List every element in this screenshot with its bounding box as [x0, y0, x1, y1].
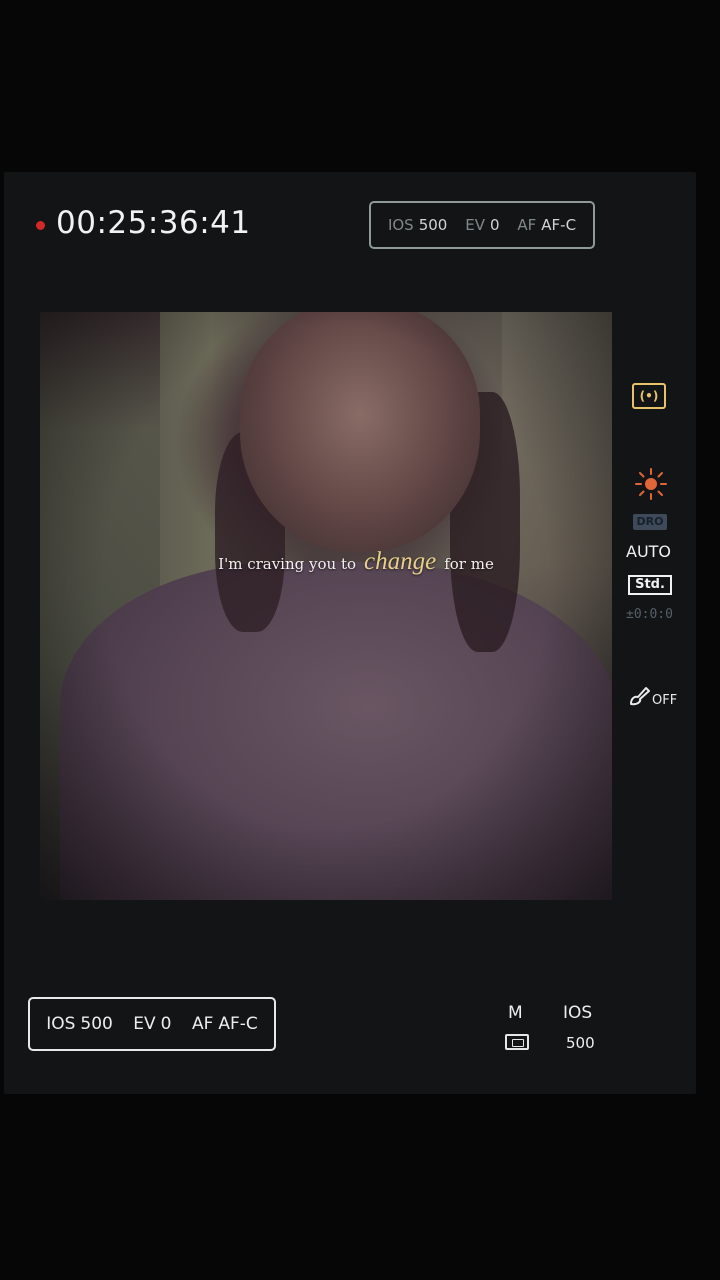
iso-label: IOS [46, 1014, 76, 1034]
recording-timecode: 00:25:36:41 [56, 205, 251, 241]
af-value: AF-C [541, 216, 577, 234]
settings-pill-bottom[interactable]: IOS 500 EV 0 AF AF-C [28, 997, 276, 1051]
af-label: AF [191, 1014, 214, 1034]
dro-badge: DRO [633, 514, 667, 530]
caption-before: I'm craving you to [218, 555, 357, 573]
iso-stat-label: IOS [563, 1003, 593, 1023]
ev-value: 0 [489, 216, 500, 234]
picture-style-badge[interactable]: Std. [628, 575, 672, 595]
dro-mode[interactable]: AUTO [626, 542, 671, 561]
camera-viewfinder-screen: 00:25:36:41 IOS 500 EV 0 AF AF-C I'm cra… [0, 0, 720, 1280]
retouch-toggle[interactable]: OFF [628, 684, 677, 708]
caption-accent: change [364, 548, 437, 575]
lyric-caption: I'm craving you to change for me [0, 548, 716, 576]
iso-stat-value[interactable]: 500 [566, 1034, 595, 1052]
caption-after: for me [444, 555, 494, 573]
af-setting: AF AF-C [517, 216, 576, 234]
paintbrush-icon [628, 684, 652, 708]
af-label: AF [517, 216, 537, 234]
ev-label: EV [133, 1014, 156, 1034]
ev-setting: EV 0 [133, 1014, 171, 1034]
metering-icon [505, 1034, 529, 1050]
iso-value: 500 [80, 1014, 113, 1034]
ev-setting: EV 0 [465, 216, 499, 234]
iso-setting: IOS 500 [388, 216, 447, 234]
iso-label: IOS [387, 216, 414, 234]
exposure-mode[interactable]: M [508, 1003, 523, 1023]
iso-setting: IOS 500 [46, 1014, 113, 1034]
settings-pill-top[interactable]: IOS 500 EV 0 AF AF-C [369, 201, 595, 249]
af-value: AF-C [218, 1014, 258, 1034]
retouch-state: OFF [652, 693, 678, 708]
af-setting: AF AF-C [192, 1014, 258, 1034]
ev-value: 0 [160, 1014, 172, 1034]
iso-value: 500 [418, 216, 448, 234]
image-vignette [40, 312, 612, 900]
recording-dot [36, 221, 45, 230]
sun-icon[interactable] [633, 466, 669, 502]
ev-label: EV [465, 216, 485, 234]
viewfinder-image [40, 312, 612, 900]
exposure-compensation: ±0:0:0 [626, 607, 673, 622]
metering-icon[interactable]: (•) [632, 383, 666, 409]
